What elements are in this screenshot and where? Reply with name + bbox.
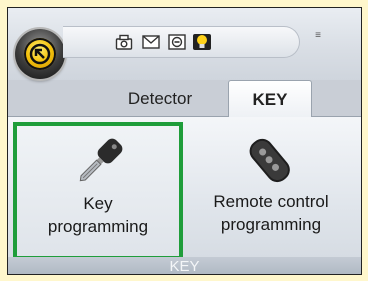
key-programming-line2: programming bbox=[47, 217, 149, 236]
key-programming-button[interactable]: Key programming bbox=[13, 122, 183, 260]
key-programming-line1: Key bbox=[83, 194, 113, 213]
key-icon bbox=[79, 138, 123, 182]
title-bar: ≡ bbox=[8, 8, 361, 80]
ribbon-group-label: KEY bbox=[8, 257, 361, 274]
mail-icon[interactable] bbox=[142, 34, 160, 50]
customize-toolbar-icon[interactable]: ≡ bbox=[313, 31, 323, 48]
app-window: ≡ Detector KEY Key programming Remote co… bbox=[7, 7, 362, 275]
remote-control-line2: programming bbox=[220, 215, 322, 234]
remote-control-line1: Remote control bbox=[213, 192, 329, 211]
camera-icon[interactable] bbox=[115, 34, 133, 50]
tab-key[interactable]: KEY bbox=[228, 80, 312, 117]
back-arrow-icon bbox=[24, 38, 56, 70]
ribbon-panel: Key programming Remote control programmi… bbox=[8, 116, 361, 260]
lightbulb-icon[interactable] bbox=[193, 34, 211, 50]
remote-control-programming-button[interactable]: Remote control programming bbox=[186, 122, 356, 260]
quick-access-toolbar bbox=[63, 26, 300, 58]
tab-detector[interactable]: Detector bbox=[104, 82, 216, 116]
remote-fob-icon bbox=[249, 138, 290, 183]
minus-circle-icon[interactable] bbox=[168, 34, 186, 50]
application-menu-button[interactable] bbox=[15, 29, 65, 79]
